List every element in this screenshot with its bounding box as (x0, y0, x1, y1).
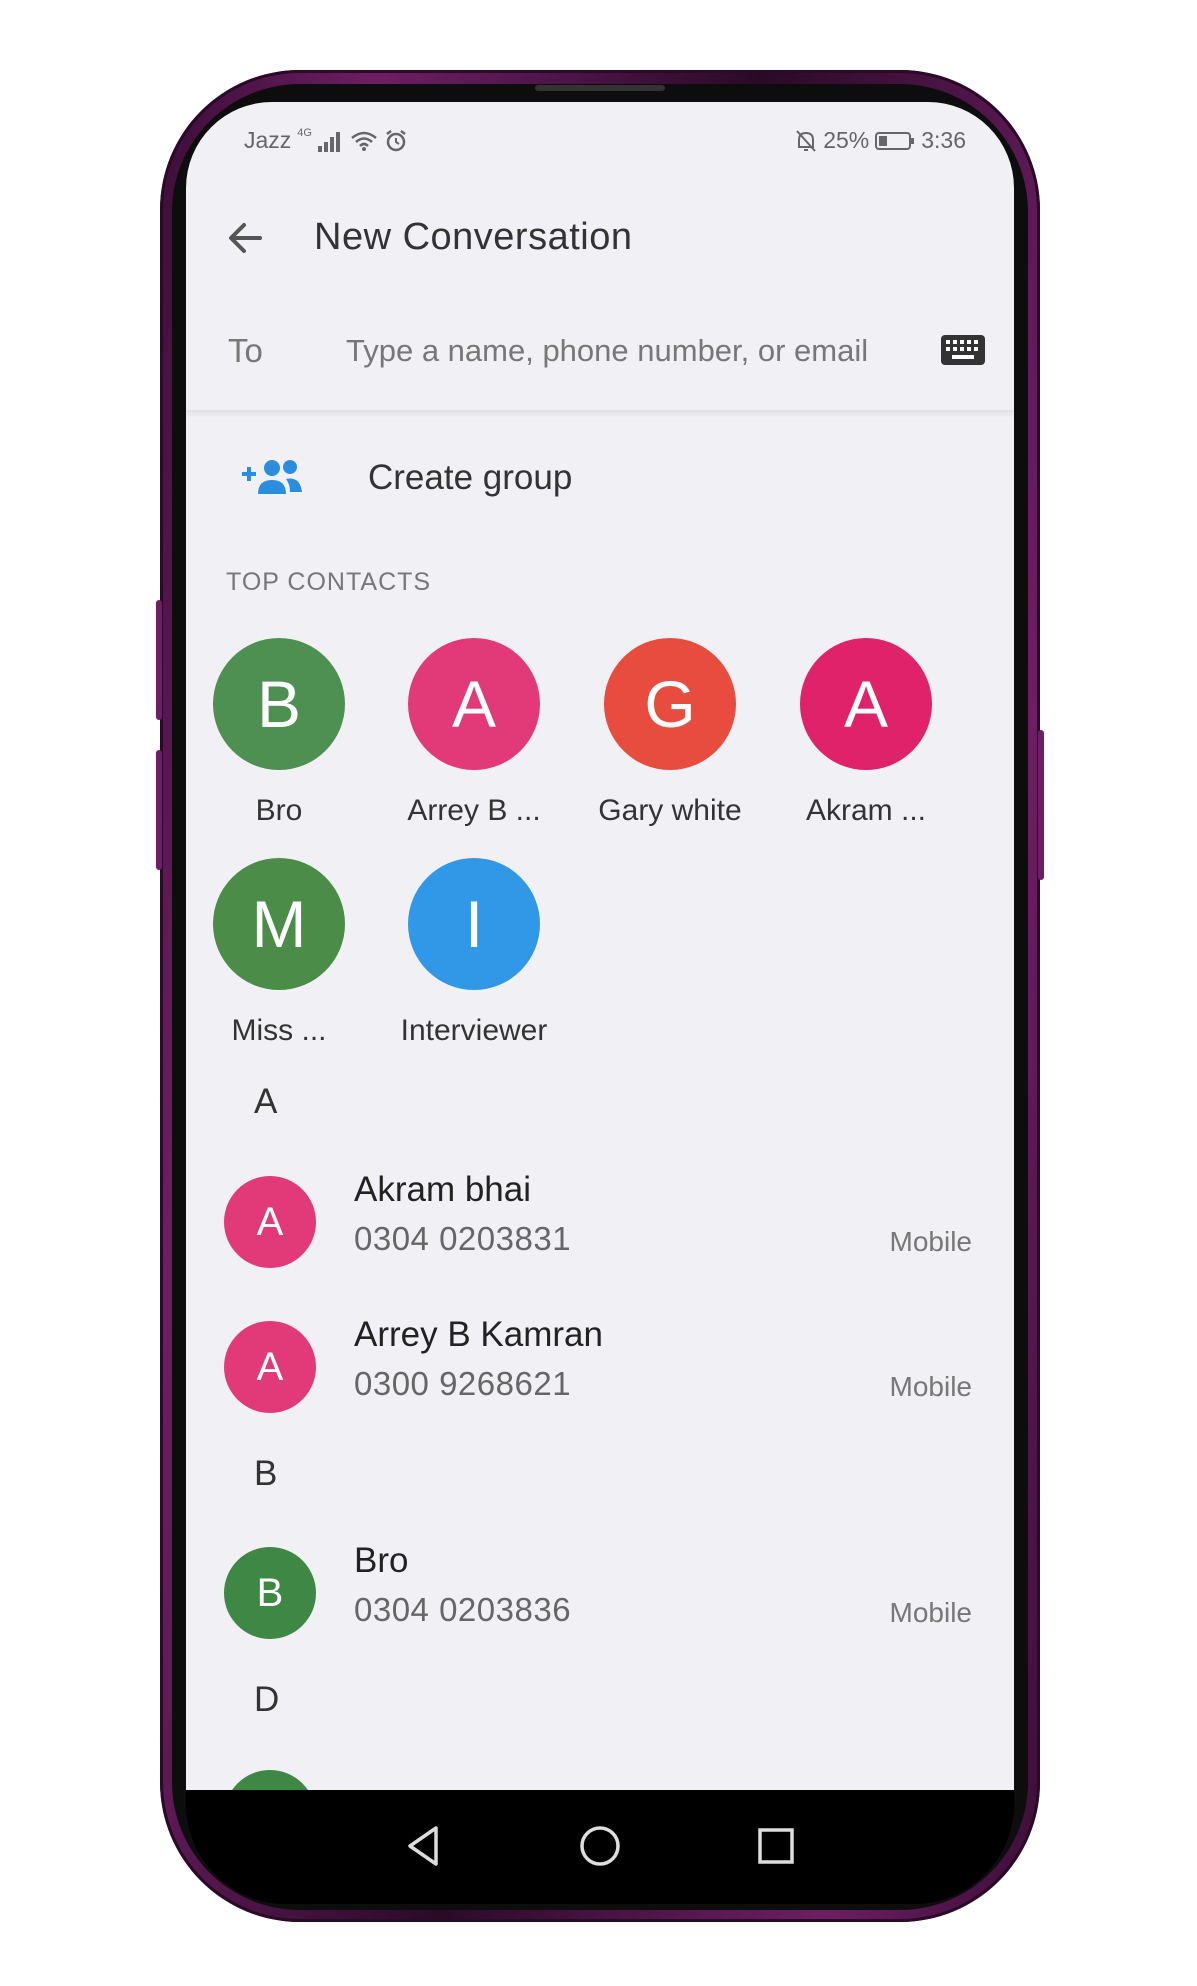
recipient-row: To (186, 292, 1014, 412)
phone-type: Mobile (889, 1226, 972, 1257)
battery-icon (875, 131, 915, 150)
avatar (224, 1770, 316, 1790)
create-group-button[interactable]: Create group (186, 420, 1014, 530)
avatar: A (224, 1321, 316, 1413)
section-letter: A (254, 1082, 278, 1121)
contact-phone: 0300 9268621 (354, 1365, 572, 1402)
contact-name: Arrey B Kamran (354, 1315, 603, 1354)
top-contact-name: Gary white (598, 794, 742, 827)
phone-type: Mobile (889, 1371, 972, 1402)
section-letter: D (254, 1680, 280, 1719)
top-contact[interactable]: G Gary white (575, 638, 765, 838)
clock: 3:36 (921, 127, 966, 153)
top-contact[interactable]: A Akram ... (771, 638, 961, 838)
section-letter: B (254, 1454, 278, 1493)
contact-phone: 0304 0203831 (354, 1220, 572, 1257)
avatar: A (224, 1176, 316, 1268)
top-contact[interactable]: A Arrey B ... (379, 638, 569, 838)
avatar: M (213, 858, 345, 990)
avatar: G (604, 638, 736, 770)
volume-button-lower (156, 750, 162, 870)
top-contact-name: Bro (255, 794, 303, 827)
keyboard-icon[interactable] (940, 334, 986, 366)
add-group-icon (242, 460, 302, 494)
to-label: To (228, 332, 263, 369)
earpiece (535, 85, 665, 91)
phone-type: Mobile (889, 1597, 972, 1628)
list-item[interactable]: A Arrey B Kamran 0300 9268621 Mobile (186, 1299, 1014, 1429)
create-group-label: Create group (368, 458, 573, 497)
arrow-left-icon[interactable] (218, 210, 274, 266)
top-contact-name: Akram ... (805, 794, 926, 827)
contact-name: Bro (354, 1541, 409, 1580)
home-circle-icon[interactable] (570, 1816, 630, 1876)
avatar: A (800, 638, 932, 770)
battery-percent: 25% (823, 127, 870, 153)
network-label: 4G (297, 126, 312, 139)
avatar: B (224, 1547, 316, 1639)
avatar: A (408, 638, 540, 770)
top-contact-name: Arrey B ... (407, 794, 541, 827)
system-nav-bar (186, 1790, 1014, 1904)
top-contact[interactable]: B Bro (186, 638, 374, 838)
wifi-icon (351, 131, 377, 151)
list-item[interactable]: A Akram bhai 0304 0203831 Mobile (186, 1154, 1014, 1284)
top-contacts-heading: TOP CONTACTS (226, 568, 432, 596)
signal-icon (317, 130, 344, 152)
top-contact[interactable]: I Interviewer (379, 858, 569, 1058)
avatar: B (213, 638, 345, 770)
contact-name: Akram bhai (354, 1170, 532, 1209)
recipient-input[interactable] (344, 326, 938, 376)
top-contact-name: Miss ... (231, 1014, 327, 1047)
power-button (1038, 730, 1044, 880)
recents-square-icon[interactable] (746, 1816, 806, 1876)
top-contact[interactable]: M Miss ... (186, 858, 374, 1058)
back-triangle-icon[interactable] (394, 1816, 454, 1876)
alarm-icon (386, 129, 406, 151)
screen: Jazz 4G 25% 3:36 New Conversation To Typ… (186, 102, 1014, 1790)
carrier-label: Jazz (244, 127, 292, 153)
page-title: New Conversation (314, 216, 633, 258)
list-item[interactable]: B Bro 0304 0203836 Mobile (186, 1525, 1014, 1655)
mute-icon (796, 129, 816, 152)
volume-button (156, 600, 162, 720)
avatar: I (408, 858, 540, 990)
app-header: New Conversation (186, 182, 1014, 292)
top-contact-name: Interviewer (400, 1014, 548, 1047)
contact-phone: 0304 0203836 (354, 1591, 572, 1628)
status-bar: Jazz 4G 25% 3:36 (186, 102, 1014, 182)
